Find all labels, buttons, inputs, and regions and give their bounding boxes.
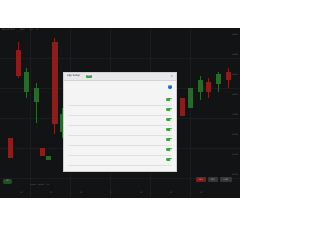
setting-row: [68, 97, 172, 106]
setting-row: [68, 137, 172, 146]
setting-toggle[interactable]: [166, 158, 172, 161]
new-badge: NEW: [86, 75, 92, 78]
setting-row: [68, 107, 172, 116]
setting-toggle[interactable]: [166, 108, 172, 111]
setting-toggle[interactable]: [166, 118, 172, 121]
toggle-knob: [169, 138, 172, 141]
toggle-knob: [169, 108, 172, 111]
setting-toggle[interactable]: [166, 148, 172, 151]
setting-toggle[interactable]: [166, 98, 172, 101]
setting-row: [68, 127, 172, 136]
toggle-knob: [169, 158, 172, 161]
setting-row: [68, 117, 172, 126]
toggle-knob: [169, 118, 172, 121]
close-icon[interactable]: ×: [170, 74, 173, 78]
dialog-header: App Setup NEW ×: [64, 73, 176, 81]
setting-row: [68, 147, 172, 156]
setup-dialog[interactable]: App Setup NEW × f: [63, 72, 177, 172]
toggle-knob: [169, 148, 172, 151]
setting-row: [68, 157, 172, 166]
setting-toggle[interactable]: [166, 138, 172, 141]
toggle-knob: [169, 128, 172, 131]
info-icon[interactable]: f: [168, 85, 172, 89]
setting-toggle[interactable]: [166, 128, 172, 131]
dialog-title: App Setup: [67, 74, 80, 77]
toggle-knob: [169, 98, 172, 101]
